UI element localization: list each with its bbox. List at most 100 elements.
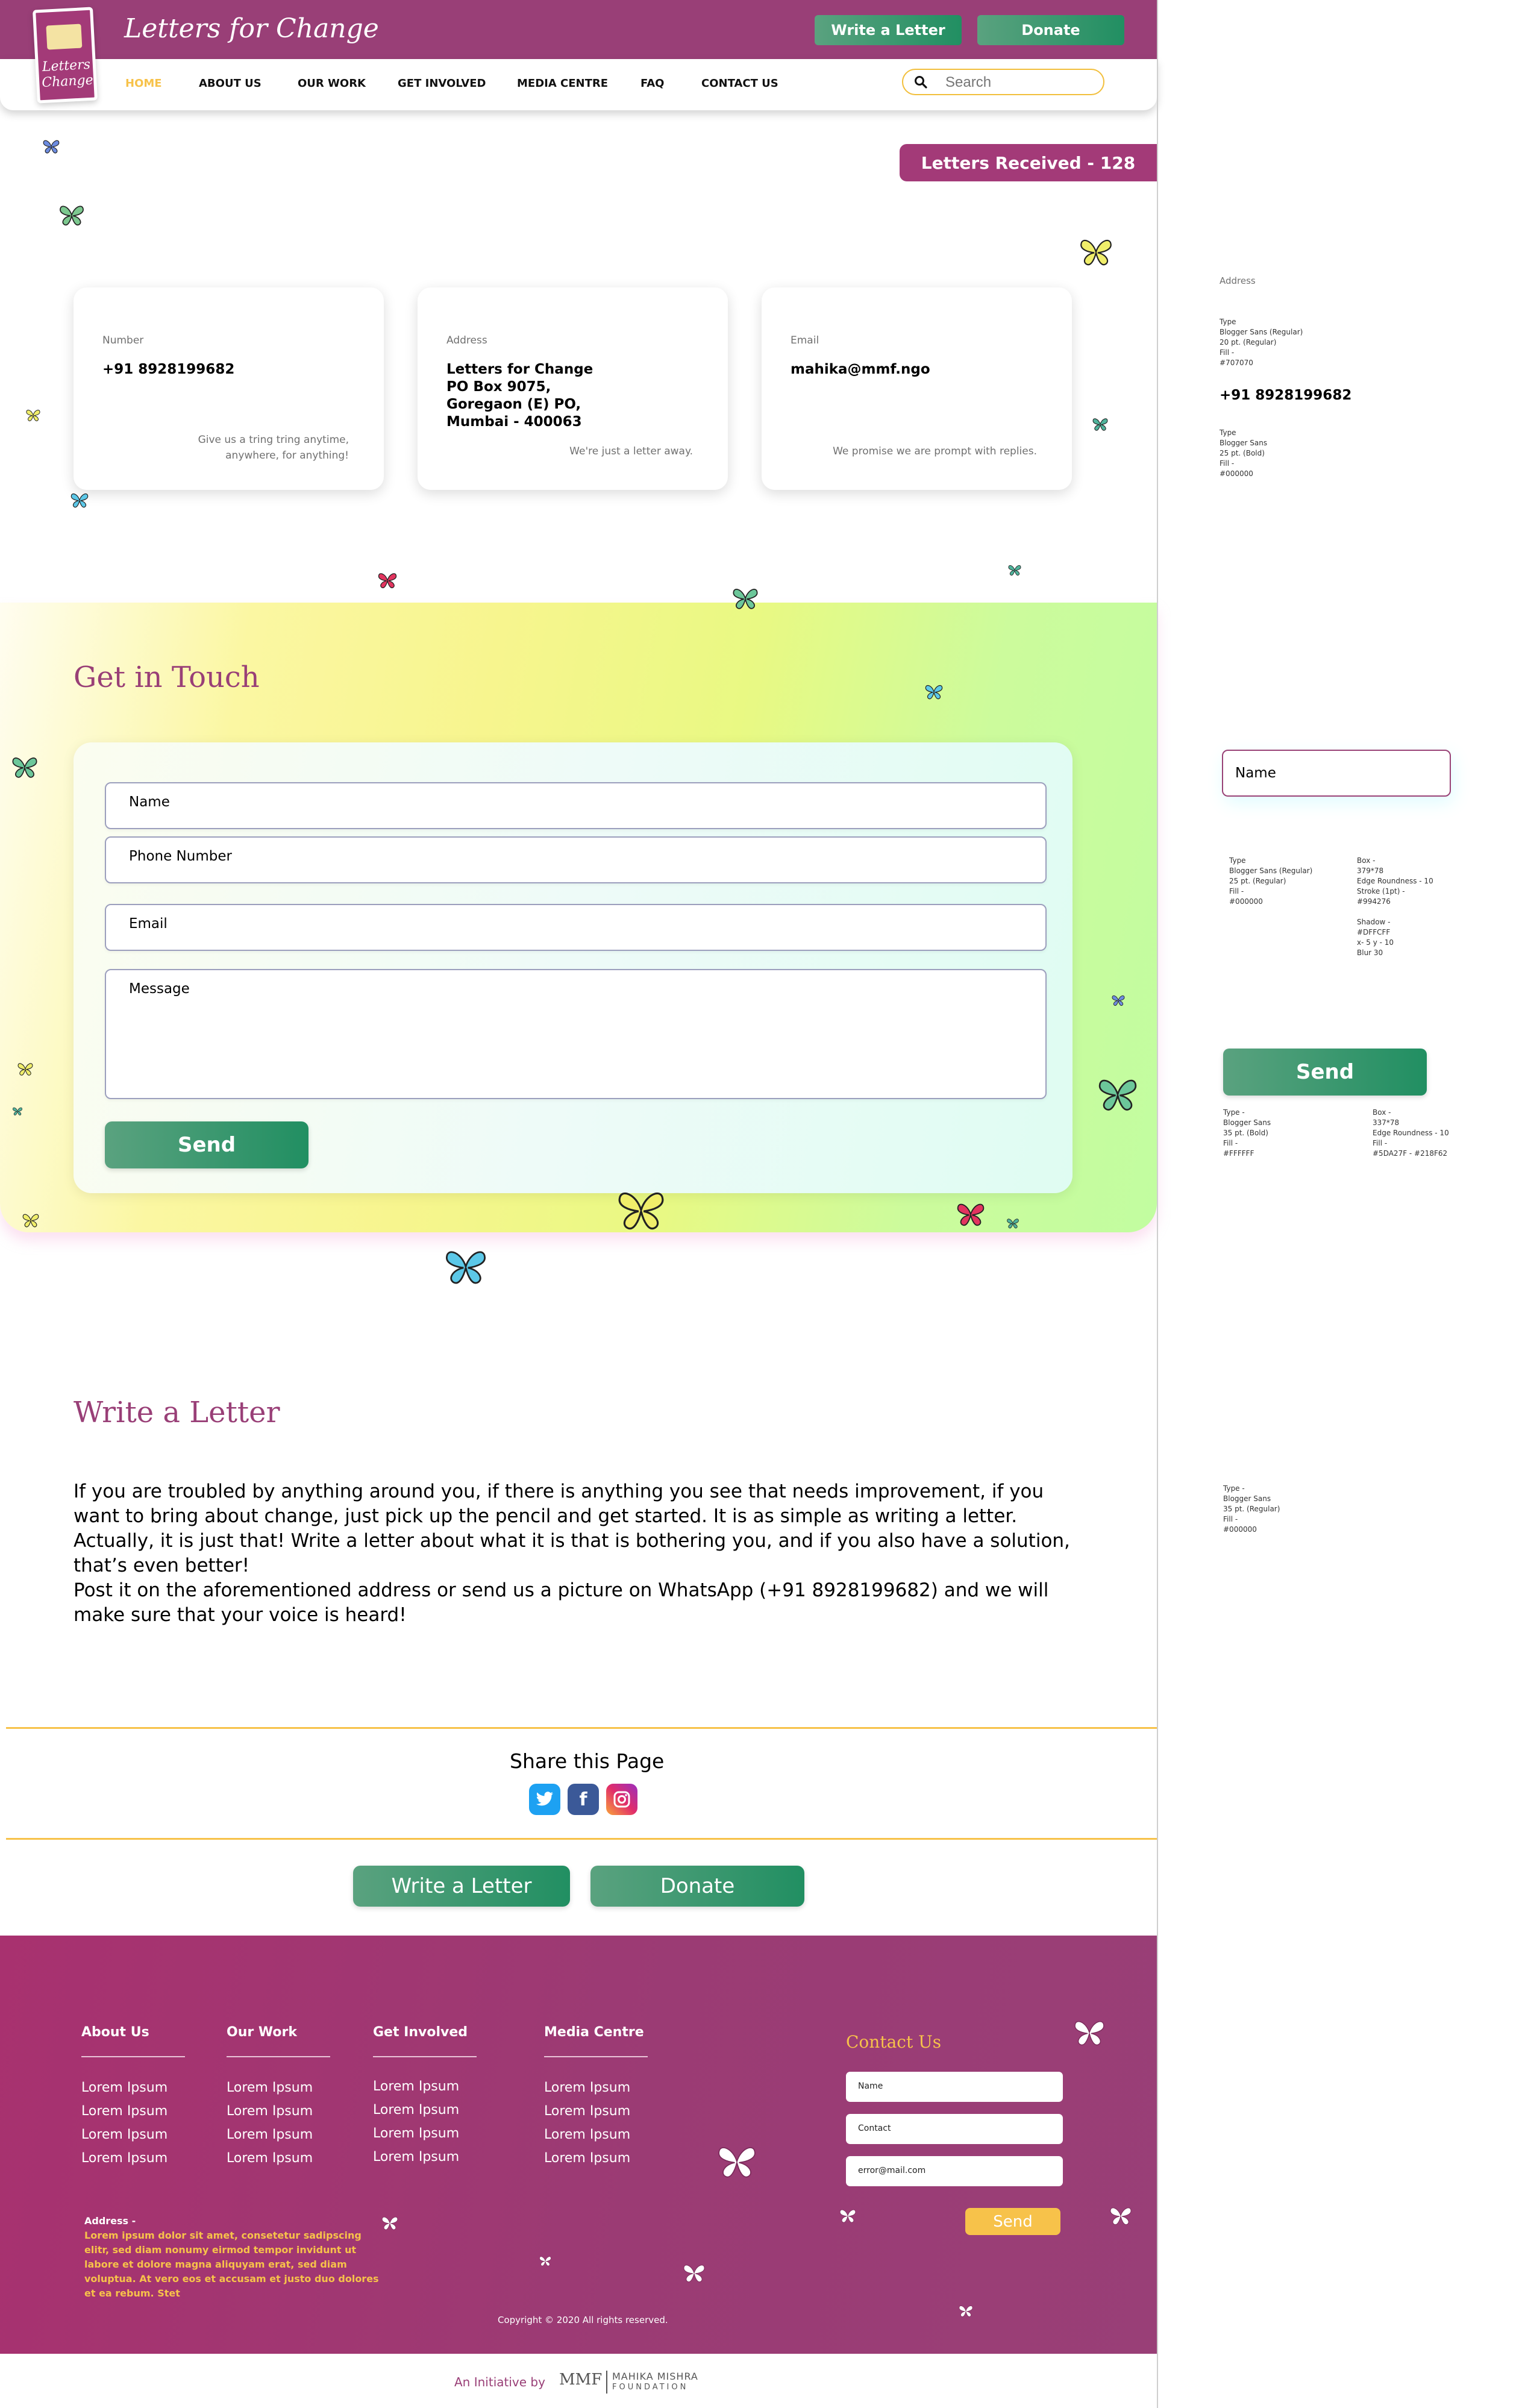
card-note: We promise we are prompt with replies.	[833, 445, 1037, 457]
nav-about-us[interactable]: ABOUT US	[199, 77, 261, 90]
spec-heading-type: Type - Blogger Sans 35 pt. (Regular) Fil…	[1223, 1484, 1280, 1534]
nav-our-work[interactable]: OUR WORK	[298, 77, 366, 90]
cta-donate-button[interactable]: Donate	[590, 1866, 804, 1907]
nav-media-centre[interactable]: MEDIA CENTRE	[517, 77, 608, 90]
footer-link[interactable]: Lorem Ipsum	[544, 2080, 630, 2095]
butterfly-icon	[959, 2306, 973, 2317]
footer-link[interactable]: Lorem Ipsum	[544, 2151, 630, 2166]
spec-name-field: Name	[1222, 750, 1451, 797]
search-input[interactable]	[945, 74, 1096, 92]
spec-field-type: Type Blogger Sans (Regular) 25 pt. (Regu…	[1229, 856, 1313, 906]
butterfly-icon	[683, 2265, 705, 2283]
butterfly-icon	[26, 410, 40, 421]
spec-address-label: Address	[1220, 275, 1256, 286]
instagram-icon[interactable]	[606, 1784, 637, 1815]
butterfly-icon	[733, 589, 758, 609]
message-field[interactable]: Message	[105, 969, 1047, 1099]
butterfly-icon	[1007, 1218, 1019, 1229]
top-bar: Letters for Change Write a Letter Donate	[0, 0, 1157, 59]
butterfly-icon	[1074, 2021, 1104, 2046]
header-donate-button[interactable]: Donate	[977, 15, 1124, 45]
butterfly-icon	[925, 685, 943, 700]
butterfly-icon	[1112, 995, 1125, 1006]
footer-heading-our-work[interactable]: Our Work	[227, 2025, 297, 2040]
logo[interactable]: Letters Change	[33, 7, 98, 104]
facebook-icon[interactable]: f	[568, 1784, 599, 1815]
footer-link[interactable]: Lorem Ipsum	[81, 2104, 168, 2119]
contact-card-email: Email mahika@mmf.ngo We promise we are p…	[762, 287, 1072, 490]
card-value[interactable]: mahika@mmf.ngo	[791, 361, 930, 378]
footer-link[interactable]: Lorem Ipsum	[544, 2127, 630, 2142]
footer-link[interactable]: Lorem Ipsum	[544, 2104, 630, 2119]
butterfly-icon	[60, 205, 84, 226]
footer-link[interactable]: Lorem Ipsum	[81, 2127, 168, 2142]
footer-link[interactable]: Lorem Ipsum	[373, 2079, 459, 2094]
nav-contact-us[interactable]: CONTACT US	[701, 77, 778, 90]
footer-email-input[interactable]: error@mail.com	[846, 2156, 1063, 2186]
butterfly-icon	[446, 1251, 486, 1284]
twitter-icon[interactable]	[529, 1784, 560, 1815]
butterfly-icon	[12, 757, 37, 778]
footer-link[interactable]: Lorem Ipsum	[227, 2080, 313, 2095]
card-label: Number	[102, 334, 144, 346]
phone-field[interactable]: Phone Number	[105, 836, 1047, 883]
logo-text-1: Letters	[42, 57, 91, 75]
divider	[6, 1838, 1157, 1840]
letters-received-badge: Letters Received - 128	[900, 144, 1157, 181]
name-field[interactable]: Name	[105, 782, 1047, 829]
search-box[interactable]	[902, 69, 1104, 95]
card-value[interactable]: +91 8928199682	[102, 361, 234, 378]
butterfly-icon	[957, 1203, 985, 1226]
search-icon	[915, 76, 927, 89]
footer-underline	[227, 2056, 330, 2057]
write-letter-text: If you are troubled by anything around y…	[74, 1479, 1074, 1628]
send-button[interactable]: Send	[105, 1121, 308, 1168]
footer-underline	[373, 2056, 477, 2057]
footer-link[interactable]: Lorem Ipsum	[227, 2104, 313, 2119]
get-in-touch-title: Get in Touch	[74, 660, 260, 694]
email-field[interactable]: Email	[105, 904, 1047, 951]
footer-link[interactable]: Lorem Ipsum	[81, 2080, 168, 2095]
card-label: Email	[791, 334, 819, 346]
share-title: Share this Page	[510, 1749, 665, 1773]
footer-address-text: Lorem ipsum dolor sit amet, consetetur s…	[84, 2230, 379, 2299]
butterfly-icon	[1092, 418, 1108, 431]
foundation-sub: FOUNDATION	[612, 2383, 689, 2392]
logo-divider	[606, 2371, 607, 2394]
nav-bar: HOME ABOUT US OUR WORK GET INVOLVED MEDI…	[0, 59, 1157, 110]
butterfly-icon	[1110, 2207, 1132, 2225]
butterfly-icon	[1080, 239, 1112, 266]
divider	[6, 1727, 1157, 1729]
spec-divider	[1157, 0, 1158, 2408]
footer-link[interactable]: Lorem Ipsum	[227, 2151, 313, 2166]
nav-get-involved[interactable]: GET INVOLVED	[398, 77, 486, 90]
footer-name-input[interactable]: Name	[846, 2072, 1063, 2102]
footer-heading-about-us[interactable]: About Us	[81, 2025, 149, 2040]
footer-link[interactable]: Lorem Ipsum	[227, 2127, 313, 2142]
butterfly-icon	[718, 2147, 756, 2178]
footer-link[interactable]: Lorem Ipsum	[373, 2126, 459, 2141]
spec-send-button: Send	[1223, 1049, 1427, 1096]
header-write-letter-button[interactable]: Write a Letter	[815, 15, 962, 45]
footer-link[interactable]: Lorem Ipsum	[373, 2102, 459, 2118]
footer-underline	[81, 2056, 185, 2057]
footer-heading-media-centre[interactable]: Media Centre	[544, 2025, 644, 2040]
mmf-logo[interactable]: MMF	[559, 2371, 602, 2389]
butterfly-icon	[381, 2216, 398, 2230]
footer-link[interactable]: Lorem Ipsum	[81, 2151, 168, 2166]
cta-write-letter-button[interactable]: Write a Letter	[353, 1866, 570, 1907]
footer-send-button[interactable]: Send	[965, 2208, 1060, 2235]
footer-link[interactable]: Lorem Ipsum	[373, 2149, 459, 2165]
card-value: Letters for Change PO Box 9075, Goregaon…	[446, 362, 593, 430]
butterfly-icon	[618, 1192, 664, 1230]
brand-name[interactable]: Letters for Change	[124, 13, 379, 44]
contact-card-number: Number +91 8928199682 Give us a tring tr…	[74, 287, 384, 490]
butterfly-icon	[43, 140, 60, 154]
nav-home[interactable]: HOME	[125, 77, 162, 90]
nav-faq[interactable]: FAQ	[640, 77, 664, 90]
footer-contact-input[interactable]: Contact	[846, 2114, 1063, 2144]
butterfly-icon	[22, 1214, 39, 1228]
butterfly-icon	[839, 2209, 856, 2223]
footer-heading-get-involved[interactable]: Get Involved	[373, 2025, 468, 2040]
spec-type-2: Type Blogger Sans 25 pt. (Bold) Fill - #…	[1220, 428, 1268, 478]
